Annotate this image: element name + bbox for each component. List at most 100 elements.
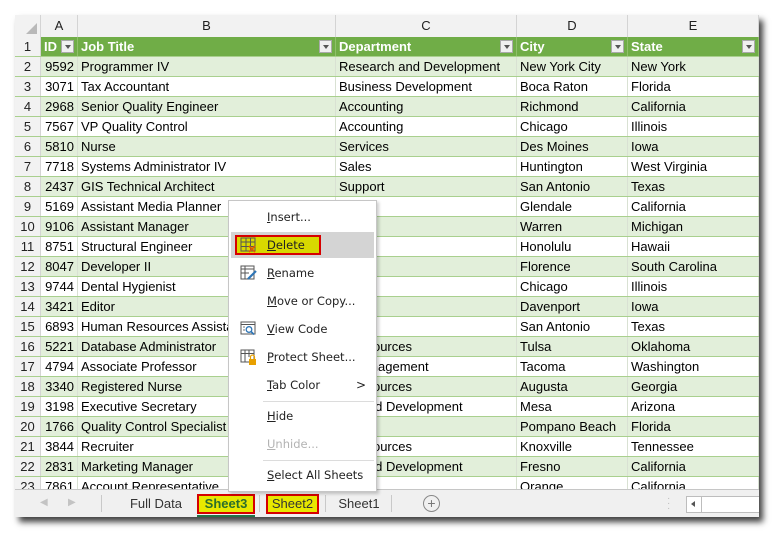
cell-city[interactable]: Mesa: [517, 397, 628, 416]
cell-city[interactable]: Tacoma: [517, 357, 628, 376]
row-number[interactable]: 19: [15, 397, 41, 416]
cell-job-title[interactable]: VP Quality Control: [78, 117, 336, 136]
row-number[interactable]: 11: [15, 237, 41, 256]
filter-dropdown-icon[interactable]: [319, 40, 332, 53]
cell-state[interactable]: Florida: [628, 417, 759, 436]
cell-state[interactable]: Texas: [628, 317, 759, 336]
row-number[interactable]: 21: [15, 437, 41, 456]
cell-city[interactable]: Boca Raton: [517, 77, 628, 96]
cell-id[interactable]: 5169: [41, 197, 78, 216]
horizontal-scrollbar[interactable]: [686, 496, 759, 513]
menu-item-delete[interactable]: Delete: [231, 232, 374, 258]
filter-dropdown-icon[interactable]: [500, 40, 513, 53]
menu-item-hide[interactable]: Hide: [231, 403, 374, 429]
cell-department[interactable]: Sales: [336, 157, 517, 176]
row-number[interactable]: 16: [15, 337, 41, 356]
cell-city[interactable]: Chicago: [517, 117, 628, 136]
cell-id[interactable]: 4794: [41, 357, 78, 376]
header-cell-id[interactable]: ID: [41, 37, 78, 56]
row-number[interactable]: 13: [15, 277, 41, 296]
cell-id[interactable]: 3844: [41, 437, 78, 456]
cell-city[interactable]: Davenport: [517, 297, 628, 316]
filter-dropdown-icon[interactable]: [742, 40, 755, 53]
cell-state[interactable]: California: [628, 197, 759, 216]
menu-item-protect-sheet[interactable]: Protect Sheet...: [231, 344, 374, 370]
cell-job-title[interactable]: Programmer IV: [78, 57, 336, 76]
cell-state[interactable]: Illinois: [628, 277, 759, 296]
sheet-tab-sheet1[interactable]: Sheet1: [331, 494, 387, 514]
sheet-tab-full-data[interactable]: Full Data: [115, 494, 197, 514]
cell-job-title[interactable]: Systems Administrator IV: [78, 157, 336, 176]
scroll-tabs-left-icon[interactable]: ◀: [40, 497, 48, 508]
cell-city[interactable]: Richmond: [517, 97, 628, 116]
column-header-e[interactable]: E: [628, 15, 759, 37]
cell-city[interactable]: Knoxville: [517, 437, 628, 456]
cell-city[interactable]: Fresno: [517, 457, 628, 476]
cell-id[interactable]: 6893: [41, 317, 78, 336]
row-number[interactable]: 17: [15, 357, 41, 376]
header-cell-department[interactable]: Department: [336, 37, 517, 56]
cell-id[interactable]: 2437: [41, 177, 78, 196]
cell-state[interactable]: Washington: [628, 357, 759, 376]
cell-state[interactable]: Texas: [628, 177, 759, 196]
menu-item-insert[interactable]: Insert...: [231, 204, 374, 230]
row-number[interactable]: 6: [15, 137, 41, 156]
row-number[interactable]: 15: [15, 317, 41, 336]
cell-job-title[interactable]: Tax Accountant: [78, 77, 336, 96]
scroll-tabs-right-icon[interactable]: ▶: [68, 497, 76, 508]
column-header-c[interactable]: C: [336, 15, 517, 37]
cell-id[interactable]: 8751: [41, 237, 78, 256]
cell-id[interactable]: 3198: [41, 397, 78, 416]
filter-dropdown-icon[interactable]: [611, 40, 624, 53]
row-number[interactable]: 3: [15, 77, 41, 96]
row-number[interactable]: 5: [15, 117, 41, 136]
column-header-d[interactable]: D: [517, 15, 628, 37]
menu-item-move-or-copy[interactable]: Move or Copy...: [231, 288, 374, 314]
cell-state[interactable]: Illinois: [628, 117, 759, 136]
cell-id[interactable]: 9592: [41, 57, 78, 76]
row-number[interactable]: 7: [15, 157, 41, 176]
sheet-tab-sheet2[interactable]: Sheet2: [266, 494, 319, 514]
cell-state[interactable]: Oklahoma: [628, 337, 759, 356]
cell-id[interactable]: 5221: [41, 337, 78, 356]
cell-state[interactable]: Hawaii: [628, 237, 759, 256]
cell-id[interactable]: 2968: [41, 97, 78, 116]
menu-item-view-code[interactable]: View Code: [231, 316, 374, 342]
cell-id[interactable]: 7718: [41, 157, 78, 176]
cell-department[interactable]: Services: [336, 137, 517, 156]
cell-id[interactable]: 5810: [41, 137, 78, 156]
cell-city[interactable]: San Antonio: [517, 177, 628, 196]
cell-department[interactable]: Research and Development: [336, 57, 517, 76]
row-number[interactable]: 18: [15, 377, 41, 396]
column-header-b[interactable]: B: [78, 15, 336, 37]
cell-department[interactable]: Accounting: [336, 117, 517, 136]
cell-job-title[interactable]: Senior Quality Engineer: [78, 97, 336, 116]
cell-state[interactable]: Iowa: [628, 137, 759, 156]
cell-city[interactable]: Tulsa: [517, 337, 628, 356]
cell-id[interactable]: 9106: [41, 217, 78, 236]
cell-id[interactable]: 3071: [41, 77, 78, 96]
cell-state[interactable]: Arizona: [628, 397, 759, 416]
cell-city[interactable]: Huntington: [517, 157, 628, 176]
cell-state[interactable]: California: [628, 97, 759, 116]
row-number[interactable]: 14: [15, 297, 41, 316]
cell-city[interactable]: Warren: [517, 217, 628, 236]
select-all-corner[interactable]: [15, 15, 41, 37]
sheet-tab-sheet3[interactable]: Sheet3: [197, 494, 255, 517]
row-number[interactable]: 22: [15, 457, 41, 476]
cell-state[interactable]: New York: [628, 57, 759, 76]
cell-department[interactable]: Business Development: [336, 77, 517, 96]
row-number[interactable]: 1: [15, 37, 41, 56]
row-number[interactable]: 9: [15, 197, 41, 216]
cell-city[interactable]: Florence: [517, 257, 628, 276]
cell-id[interactable]: 9744: [41, 277, 78, 296]
menu-item-tab-color[interactable]: Tab Color >: [231, 372, 374, 398]
cell-id[interactable]: 3421: [41, 297, 78, 316]
header-cell-state[interactable]: State: [628, 37, 759, 56]
column-header-a[interactable]: A: [41, 15, 78, 37]
cell-state[interactable]: Michigan: [628, 217, 759, 236]
cell-city[interactable]: Chicago: [517, 277, 628, 296]
cell-state[interactable]: South Carolina: [628, 257, 759, 276]
scroll-left-arrow-icon[interactable]: [687, 497, 702, 512]
cell-city[interactable]: Pompano Beach: [517, 417, 628, 436]
